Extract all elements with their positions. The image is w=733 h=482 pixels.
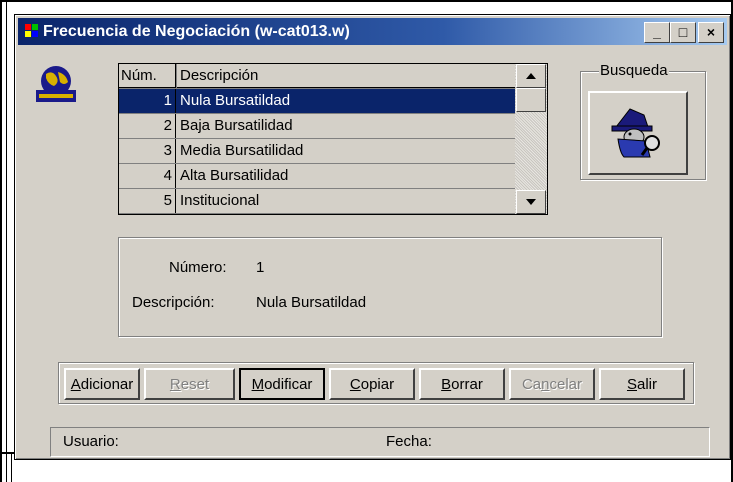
search-group-label: Busqueda [599, 62, 669, 80]
arrow-down-icon [526, 199, 536, 205]
close-button[interactable]: × [698, 22, 724, 43]
grid-row[interactable]: 4 Alta Bursatilidad [119, 164, 515, 189]
grid-row[interactable]: 3 Media Bursatilidad [119, 139, 515, 164]
modificar-button[interactable]: Modificar [239, 368, 325, 400]
numero-value: 1 [256, 259, 265, 276]
outer-frame-left [0, 0, 2, 482]
arrow-up-icon [526, 73, 536, 79]
scroll-up-button[interactable] [516, 64, 546, 88]
outer-frame-left-inner [6, 0, 7, 482]
row-num: 4 [119, 164, 176, 188]
outer-frame-top [0, 0, 733, 2]
row-num: 2 [119, 114, 176, 138]
row-description: Institucional [180, 192, 260, 209]
app-icon [25, 24, 38, 37]
usuario-label: Usuario: [63, 433, 119, 450]
scroll-thumb[interactable] [516, 88, 546, 112]
row-num: 1 [119, 89, 176, 113]
row-num: 3 [119, 139, 176, 163]
row-description: Alta Bursatilidad [180, 167, 289, 184]
column-header-description[interactable]: Descripción [177, 64, 515, 88]
grid-row[interactable]: 2 Baja Bursatilidad [119, 114, 515, 139]
row-num: 5 [119, 189, 176, 213]
detective-search-icon [611, 108, 660, 158]
window-title: Frecuencia de Negociación (w-cat013.w) [43, 23, 350, 40]
fecha-label: Fecha: [386, 433, 432, 450]
row-description: Nula Bursatildad [180, 92, 291, 109]
minimize-button[interactable]: _ [644, 22, 670, 43]
grid-row[interactable]: 5 Institucional [119, 189, 515, 214]
row-description: Baja Bursatilidad [180, 117, 293, 134]
scroll-down-button[interactable] [516, 190, 546, 214]
outer-frame-notch [11, 452, 12, 482]
details-frame [118, 237, 662, 337]
reset-button[interactable]: Reset [144, 368, 235, 400]
status-bar [50, 427, 710, 457]
salir-button[interactable]: Salir [599, 368, 685, 400]
numero-label: Número: [169, 259, 227, 276]
descripcion-value: Nula Bursatildad [256, 294, 367, 311]
borrar-button[interactable]: Borrar [419, 368, 505, 400]
cancelar-button[interactable]: Cancelar [509, 368, 595, 400]
grid-row[interactable]: 1 Nula Bursatildad [119, 89, 515, 114]
search-button[interactable] [588, 91, 688, 175]
maximize-button[interactable]: □ [670, 22, 696, 43]
company-logo [34, 64, 78, 108]
row-description: Media Bursatilidad [180, 142, 304, 159]
column-header-num[interactable]: Núm. [119, 64, 176, 88]
copiar-button[interactable]: Copiar [329, 368, 415, 400]
descripcion-label: Descripción: [132, 294, 215, 311]
adicionar-button[interactable]: Adicionar [64, 368, 140, 400]
